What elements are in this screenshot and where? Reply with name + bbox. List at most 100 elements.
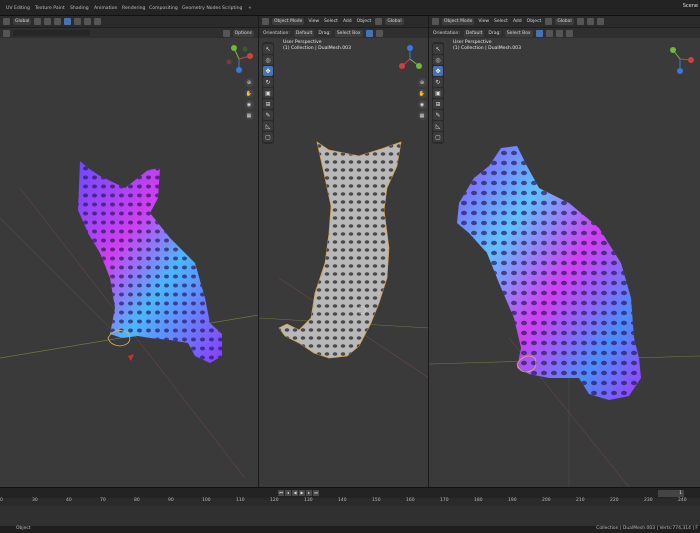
- frame-tick: 160: [406, 498, 415, 503]
- proportional-icon[interactable]: [596, 18, 604, 25]
- viewport-scene-middle: [259, 141, 428, 378]
- viewport-scene-left: [0, 161, 258, 479]
- jump-start-icon[interactable]: ⏮: [278, 490, 284, 496]
- mode-dropdown[interactable]: Object Mode: [272, 18, 305, 25]
- grid-toggle-icon[interactable]: ▦: [244, 111, 254, 120]
- filter-icon[interactable]: [222, 29, 230, 37]
- shading-material-icon[interactable]: [565, 29, 573, 37]
- snap-icon[interactable]: [44, 18, 52, 25]
- tab-geometry-nodes[interactable]: Geometry Nodes: [182, 4, 221, 14]
- navigation-gizmo-right[interactable]: [665, 44, 695, 74]
- step-forward-icon[interactable]: ▸: [306, 490, 312, 496]
- overlay-icon[interactable]: [365, 29, 373, 37]
- transform-icon[interactable]: [545, 18, 553, 25]
- xray-icon[interactable]: [74, 18, 82, 25]
- cat-model-right: [457, 146, 641, 400]
- editor-type-icon[interactable]: [262, 18, 269, 25]
- frame-tick: 90: [168, 498, 174, 503]
- status-stats: Collection | DualMesh.003 | Verts:774,31…: [596, 526, 698, 531]
- frame-tick: 230: [644, 498, 653, 503]
- nav-buttons-left: ⊕ ✋ ◉ ▦: [244, 76, 254, 122]
- options-dropdown[interactable]: Options: [232, 29, 254, 37]
- timeline-header: ⏮ ◂ ◀ ▶ ▸ ⏭ 1: [0, 487, 700, 498]
- frame-tick: 190: [508, 498, 517, 503]
- frame-tick: 70: [100, 498, 106, 503]
- menu-object[interactable]: Object: [526, 18, 543, 25]
- drag-dropdown[interactable]: Select Box: [334, 29, 363, 37]
- frame-tick: 80: [134, 498, 140, 503]
- editor-type-icon[interactable]: [3, 18, 10, 25]
- proportional-icon[interactable]: [54, 18, 62, 25]
- xray-icon[interactable]: [545, 29, 553, 37]
- orientation-dropdown[interactable]: Default: [293, 29, 315, 37]
- pan-hand-icon[interactable]: ✋: [244, 89, 254, 98]
- shading-material-icon[interactable]: [94, 18, 102, 25]
- menu-view[interactable]: View: [307, 18, 320, 25]
- transform-icon[interactable]: [375, 18, 383, 25]
- tab-animation[interactable]: Animation: [94, 4, 117, 14]
- viewport-middle[interactable]: Object Mode View Select Add Object Globa…: [259, 16, 429, 487]
- drag-dropdown[interactable]: Select Box: [504, 29, 533, 37]
- orientation-dropdown[interactable]: Default: [463, 29, 485, 37]
- frame-tick: 100: [202, 498, 211, 503]
- play-reverse-icon[interactable]: ◀: [292, 490, 298, 496]
- tab-shading[interactable]: Shading: [70, 4, 89, 14]
- frame-tick: 130: [304, 498, 313, 503]
- viewport-scene-right: [429, 146, 700, 487]
- workspace-bar: UV Editing Texture Paint Shading Animati…: [0, 0, 700, 16]
- zoom-icon[interactable]: ⊕: [244, 78, 254, 87]
- tab-compositing[interactable]: Compositing: [149, 4, 178, 14]
- overlay-icon[interactable]: [535, 29, 543, 37]
- menu-add[interactable]: Add: [512, 18, 523, 25]
- pivot-icon[interactable]: [576, 18, 584, 25]
- menu-view[interactable]: View: [477, 18, 490, 25]
- add-workspace-button[interactable]: +: [248, 4, 252, 14]
- camera-icon[interactable]: ◉: [417, 100, 427, 109]
- navigation-gizmo-left[interactable]: [224, 44, 254, 74]
- shading-solid-icon[interactable]: [375, 29, 383, 37]
- overlay-icon[interactable]: [64, 18, 72, 25]
- shading-solid-icon[interactable]: [555, 29, 563, 37]
- editor-type-icon[interactable]: [432, 18, 439, 25]
- transform-orientation-dropdown[interactable]: Global: [555, 18, 574, 25]
- menu-add[interactable]: Add: [342, 18, 353, 25]
- search-input[interactable]: [13, 30, 90, 36]
- mode-dropdown[interactable]: Object Mode: [442, 18, 475, 25]
- current-frame-field[interactable]: 1: [658, 490, 684, 497]
- transform-orientation-dropdown[interactable]: Global: [385, 18, 404, 25]
- camera-icon[interactable]: ◉: [244, 100, 254, 109]
- frame-ruler[interactable]: 0 30 40 70 80 90 100 110 120 130 140 150…: [0, 498, 700, 506]
- timeline-track-area[interactable]: [0, 506, 700, 526]
- viewport-left[interactable]: Global Options ⊕ ✋ ◉ ▦: [0, 16, 259, 487]
- shading-solid-icon[interactable]: [84, 18, 92, 25]
- tab-texture-paint[interactable]: Texture Paint: [35, 4, 65, 14]
- scene-selector[interactable]: Scene: [683, 3, 698, 9]
- menu-select[interactable]: Select: [493, 18, 509, 25]
- tab-uv-editing[interactable]: UV Editing: [6, 4, 30, 14]
- pan-hand-icon[interactable]: ✋: [417, 89, 427, 98]
- viewport-subheader-middle: Orientation: Default Drag: Select Box: [259, 28, 428, 38]
- grid-toggle-icon[interactable]: ▦: [417, 111, 427, 120]
- step-back-icon[interactable]: ◂: [285, 490, 291, 496]
- play-icon[interactable]: ▶: [299, 490, 305, 496]
- pivot-icon[interactable]: [34, 18, 42, 25]
- snap-icon[interactable]: [586, 18, 594, 25]
- menu-object[interactable]: Object: [356, 18, 373, 25]
- zoom-icon[interactable]: ⊕: [417, 78, 427, 87]
- viewport-header-left: Global: [0, 16, 258, 28]
- frame-tick: 240: [678, 498, 687, 503]
- cat-model-left: [78, 161, 222, 363]
- navigation-gizmo-middle[interactable]: [395, 44, 425, 74]
- frame-tick: 170: [440, 498, 449, 503]
- jump-end-icon[interactable]: ⏭: [313, 490, 319, 496]
- tab-scripting[interactable]: Scripting: [222, 4, 242, 14]
- search-icon[interactable]: [3, 29, 10, 37]
- nav-buttons-middle: ⊕ ✋ ◉ ▦: [417, 76, 427, 122]
- frame-tick: 120: [270, 498, 279, 503]
- orientation-label: Orientation:: [263, 30, 290, 36]
- menu-select[interactable]: Select: [323, 18, 339, 25]
- tab-rendering[interactable]: Rendering: [122, 4, 145, 14]
- playback-controls: ⏮ ◂ ◀ ▶ ▸ ⏭: [278, 490, 319, 496]
- viewport-right[interactable]: Object Mode View Select Add Object Globa…: [429, 16, 700, 487]
- transform-orientation-dropdown[interactable]: Global: [13, 18, 32, 25]
